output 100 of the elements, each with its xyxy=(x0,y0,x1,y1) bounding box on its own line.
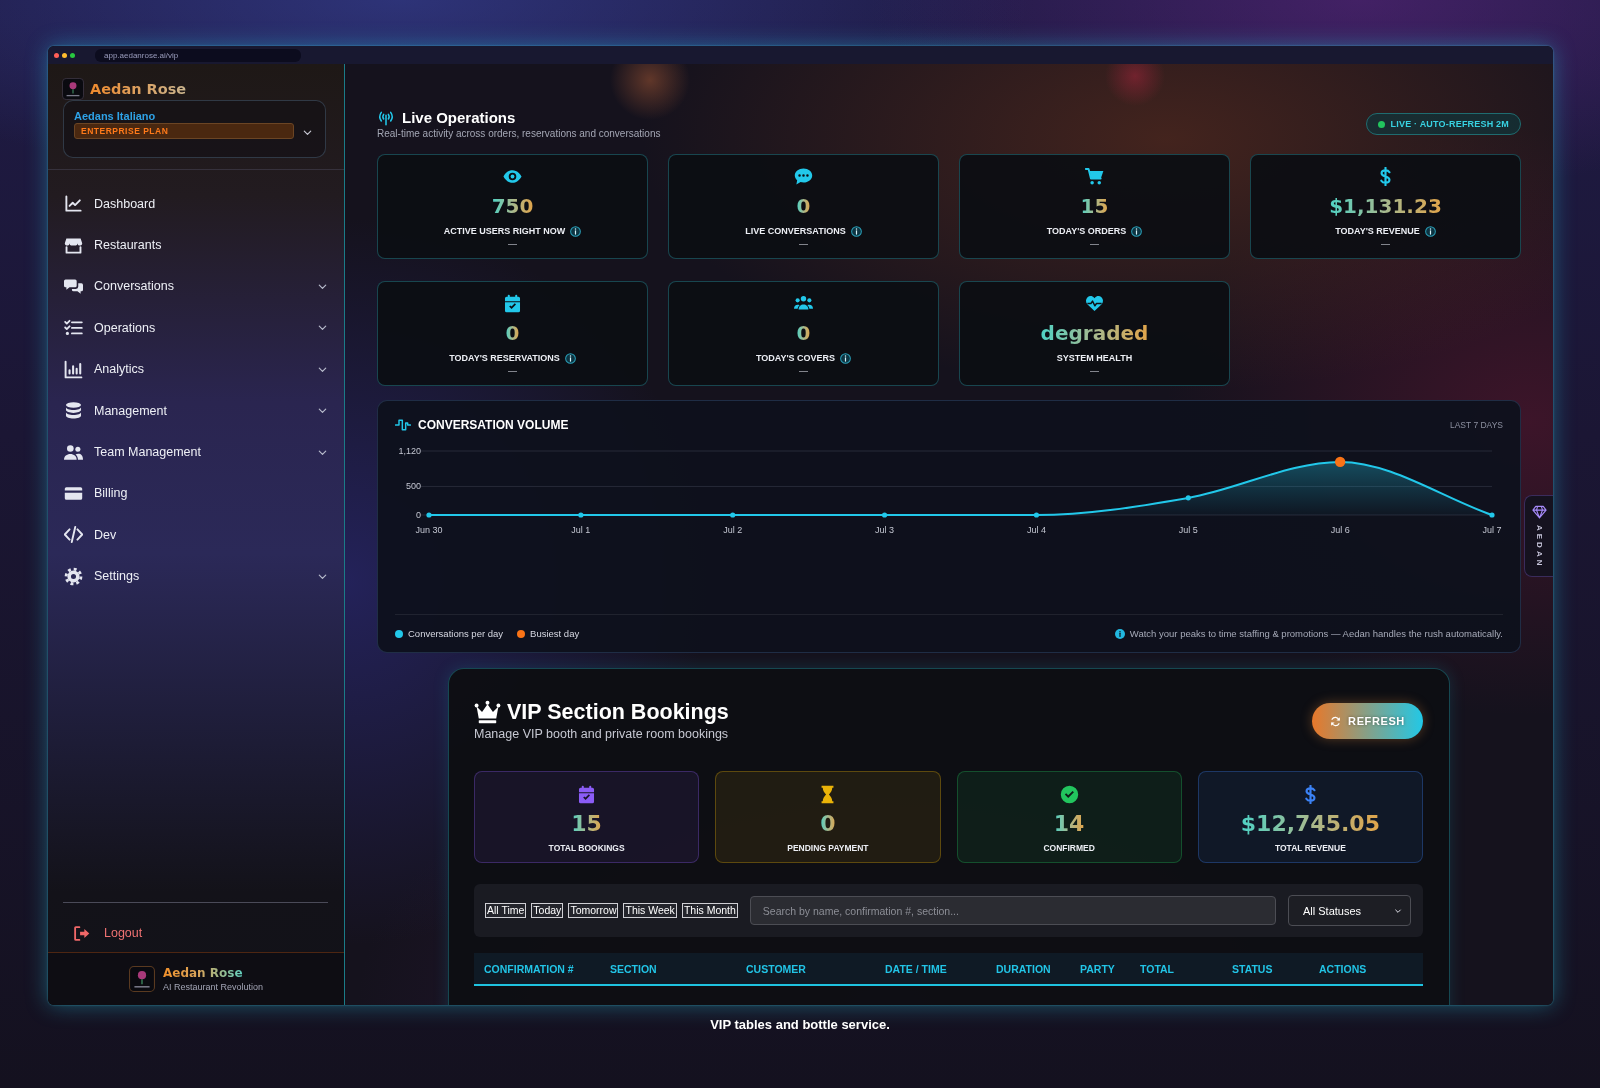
chat-bubble-icon xyxy=(794,167,813,186)
logout-link[interactable]: Logout xyxy=(48,916,153,950)
chat-bubbles-icon xyxy=(64,276,83,296)
brand-tagline: AI Restaurant Revolution xyxy=(162,980,264,993)
stat-change: — xyxy=(508,239,517,249)
axis-label: Jul 4 xyxy=(1026,525,1046,535)
window-maximize-icon[interactable] xyxy=(70,52,75,58)
axis-label: Jun 30 xyxy=(415,525,443,535)
chart-period: LAST 7 DAYS xyxy=(1449,420,1503,430)
nav-item[interactable]: Team Management xyxy=(48,431,344,473)
info-icon[interactable] xyxy=(564,352,576,364)
search-field[interactable]: Search by name, confirmation #, section... xyxy=(749,896,1276,925)
code-icon xyxy=(64,525,83,545)
column-header: STATUS xyxy=(1232,962,1273,975)
axis-label: Jul 1 xyxy=(571,525,591,535)
data-point xyxy=(730,512,736,518)
chevron-down-icon xyxy=(1394,906,1402,915)
stat-change: — xyxy=(799,366,808,376)
logo-icon xyxy=(62,78,84,100)
window-close-icon[interactable] xyxy=(54,52,59,58)
date-filter-button[interactable]: Tomorrow xyxy=(568,903,619,918)
date-filter-button[interactable]: This Month xyxy=(681,903,738,918)
eye-icon xyxy=(503,167,522,186)
chevron-down-icon[interactable] xyxy=(302,127,313,138)
info-icon[interactable] xyxy=(850,225,862,237)
nav-item[interactable]: Dashboard xyxy=(48,183,344,225)
broadcast-icon xyxy=(377,110,395,126)
line-chart-icon xyxy=(64,194,83,214)
stat-change: — xyxy=(799,239,808,249)
panel-subtitle: Manage VIP booth and private room bookings xyxy=(474,726,729,742)
cart-icon xyxy=(1085,167,1104,186)
column-header: CUSTOMER xyxy=(746,962,806,975)
axis-label: Jul 5 xyxy=(1178,525,1198,535)
database-icon xyxy=(64,401,83,421)
status-dropdown[interactable]: All Statuses xyxy=(1288,895,1411,926)
gem-icon xyxy=(1531,505,1547,519)
refresh-icon xyxy=(1330,715,1342,727)
column-header: SECTION xyxy=(610,962,657,975)
nav-item[interactable]: Conversations xyxy=(48,265,344,308)
nav-item[interactable]: Dev xyxy=(48,514,344,556)
logout-icon xyxy=(73,924,90,942)
heart-pulse-icon xyxy=(1085,294,1104,313)
column-header: DURATION xyxy=(996,962,1051,975)
axis-label: Jul 6 xyxy=(1330,525,1350,535)
stat-label: TOTAL BOOKINGS xyxy=(548,843,625,854)
nav-item[interactable]: Settings xyxy=(48,555,344,597)
crown-icon xyxy=(474,700,501,724)
info-icon[interactable] xyxy=(1131,225,1143,237)
pulse-wave-icon xyxy=(395,419,411,431)
bar-chart-icon xyxy=(64,359,83,379)
storefront-icon xyxy=(64,235,83,255)
address-bar[interactable]: app.aedanrose.ai/vip xyxy=(95,48,301,62)
logo-icon xyxy=(128,966,155,992)
section-subtitle: Real-time activity across orders, reservations and conversations xyxy=(377,128,661,140)
data-point xyxy=(578,512,584,518)
users-icon xyxy=(64,442,83,462)
stat-change: — xyxy=(1381,239,1390,249)
window-minimize-icon[interactable] xyxy=(62,52,67,58)
settings-icon xyxy=(64,566,83,586)
date-filter-button[interactable]: Today xyxy=(531,903,564,918)
stat-label: PENDING PAYMENT xyxy=(787,843,869,854)
stat-change: — xyxy=(1090,239,1099,249)
column-header: DATE / TIME xyxy=(885,962,947,975)
restaurant-switcher[interactable]: Aedans Italiano ENTERPRISE PLAN xyxy=(63,100,326,158)
checklist-icon xyxy=(64,318,83,338)
stat-label: TODAY'S REVENUE xyxy=(1335,226,1420,236)
data-point xyxy=(1185,495,1191,501)
panel-title: VIP Section Bookings xyxy=(507,699,729,725)
nav-item[interactable]: Billing xyxy=(48,472,344,515)
column-header: CONFIRMATION # xyxy=(484,962,574,975)
info-icon[interactable] xyxy=(570,225,582,237)
nav-item[interactable]: Restaurants xyxy=(48,224,344,266)
data-point xyxy=(1489,512,1495,518)
plan-badge: ENTERPRISE PLAN xyxy=(74,123,294,139)
legend-label: Busiest day xyxy=(530,628,580,639)
nav-item[interactable]: Management xyxy=(48,389,344,432)
chart-note: Watch your peaks to time staffing & promotions — Aedan handles the rush automatically. xyxy=(1129,628,1503,639)
info-icon[interactable] xyxy=(840,352,852,364)
assistant-tab[interactable]: AEDAN xyxy=(1524,495,1553,577)
axis-label: 0 xyxy=(416,510,421,520)
nav-item[interactable]: Analytics xyxy=(48,348,344,390)
stat-label: LIVE CONVERSATIONS xyxy=(745,226,846,236)
axis-label: Jul 7 xyxy=(1482,525,1502,535)
axis-label: 1,120 xyxy=(398,446,421,456)
section-title: Live Operations xyxy=(402,108,516,128)
axis-label: 500 xyxy=(405,481,421,492)
stat-label: TODAY'S COVERS xyxy=(755,353,836,363)
date-filter-button[interactable]: This Week xyxy=(623,903,677,918)
stat-change: — xyxy=(1090,366,1099,376)
date-filter-button[interactable]: All Time xyxy=(485,903,527,918)
stat-label: TODAY'S ORDERS xyxy=(1046,226,1127,236)
data-point xyxy=(426,512,432,518)
column-header: ACTIONS xyxy=(1319,962,1367,975)
live-status-label: LIVE · AUTO-REFRESH 2M xyxy=(1390,119,1509,129)
info-icon[interactable] xyxy=(1424,225,1436,237)
info-icon xyxy=(1114,628,1125,639)
axis-label: Jul 2 xyxy=(723,525,743,535)
nav-item[interactable]: Operations xyxy=(48,307,344,349)
calendar-check-icon xyxy=(503,294,522,313)
stat-change: — xyxy=(508,366,517,376)
